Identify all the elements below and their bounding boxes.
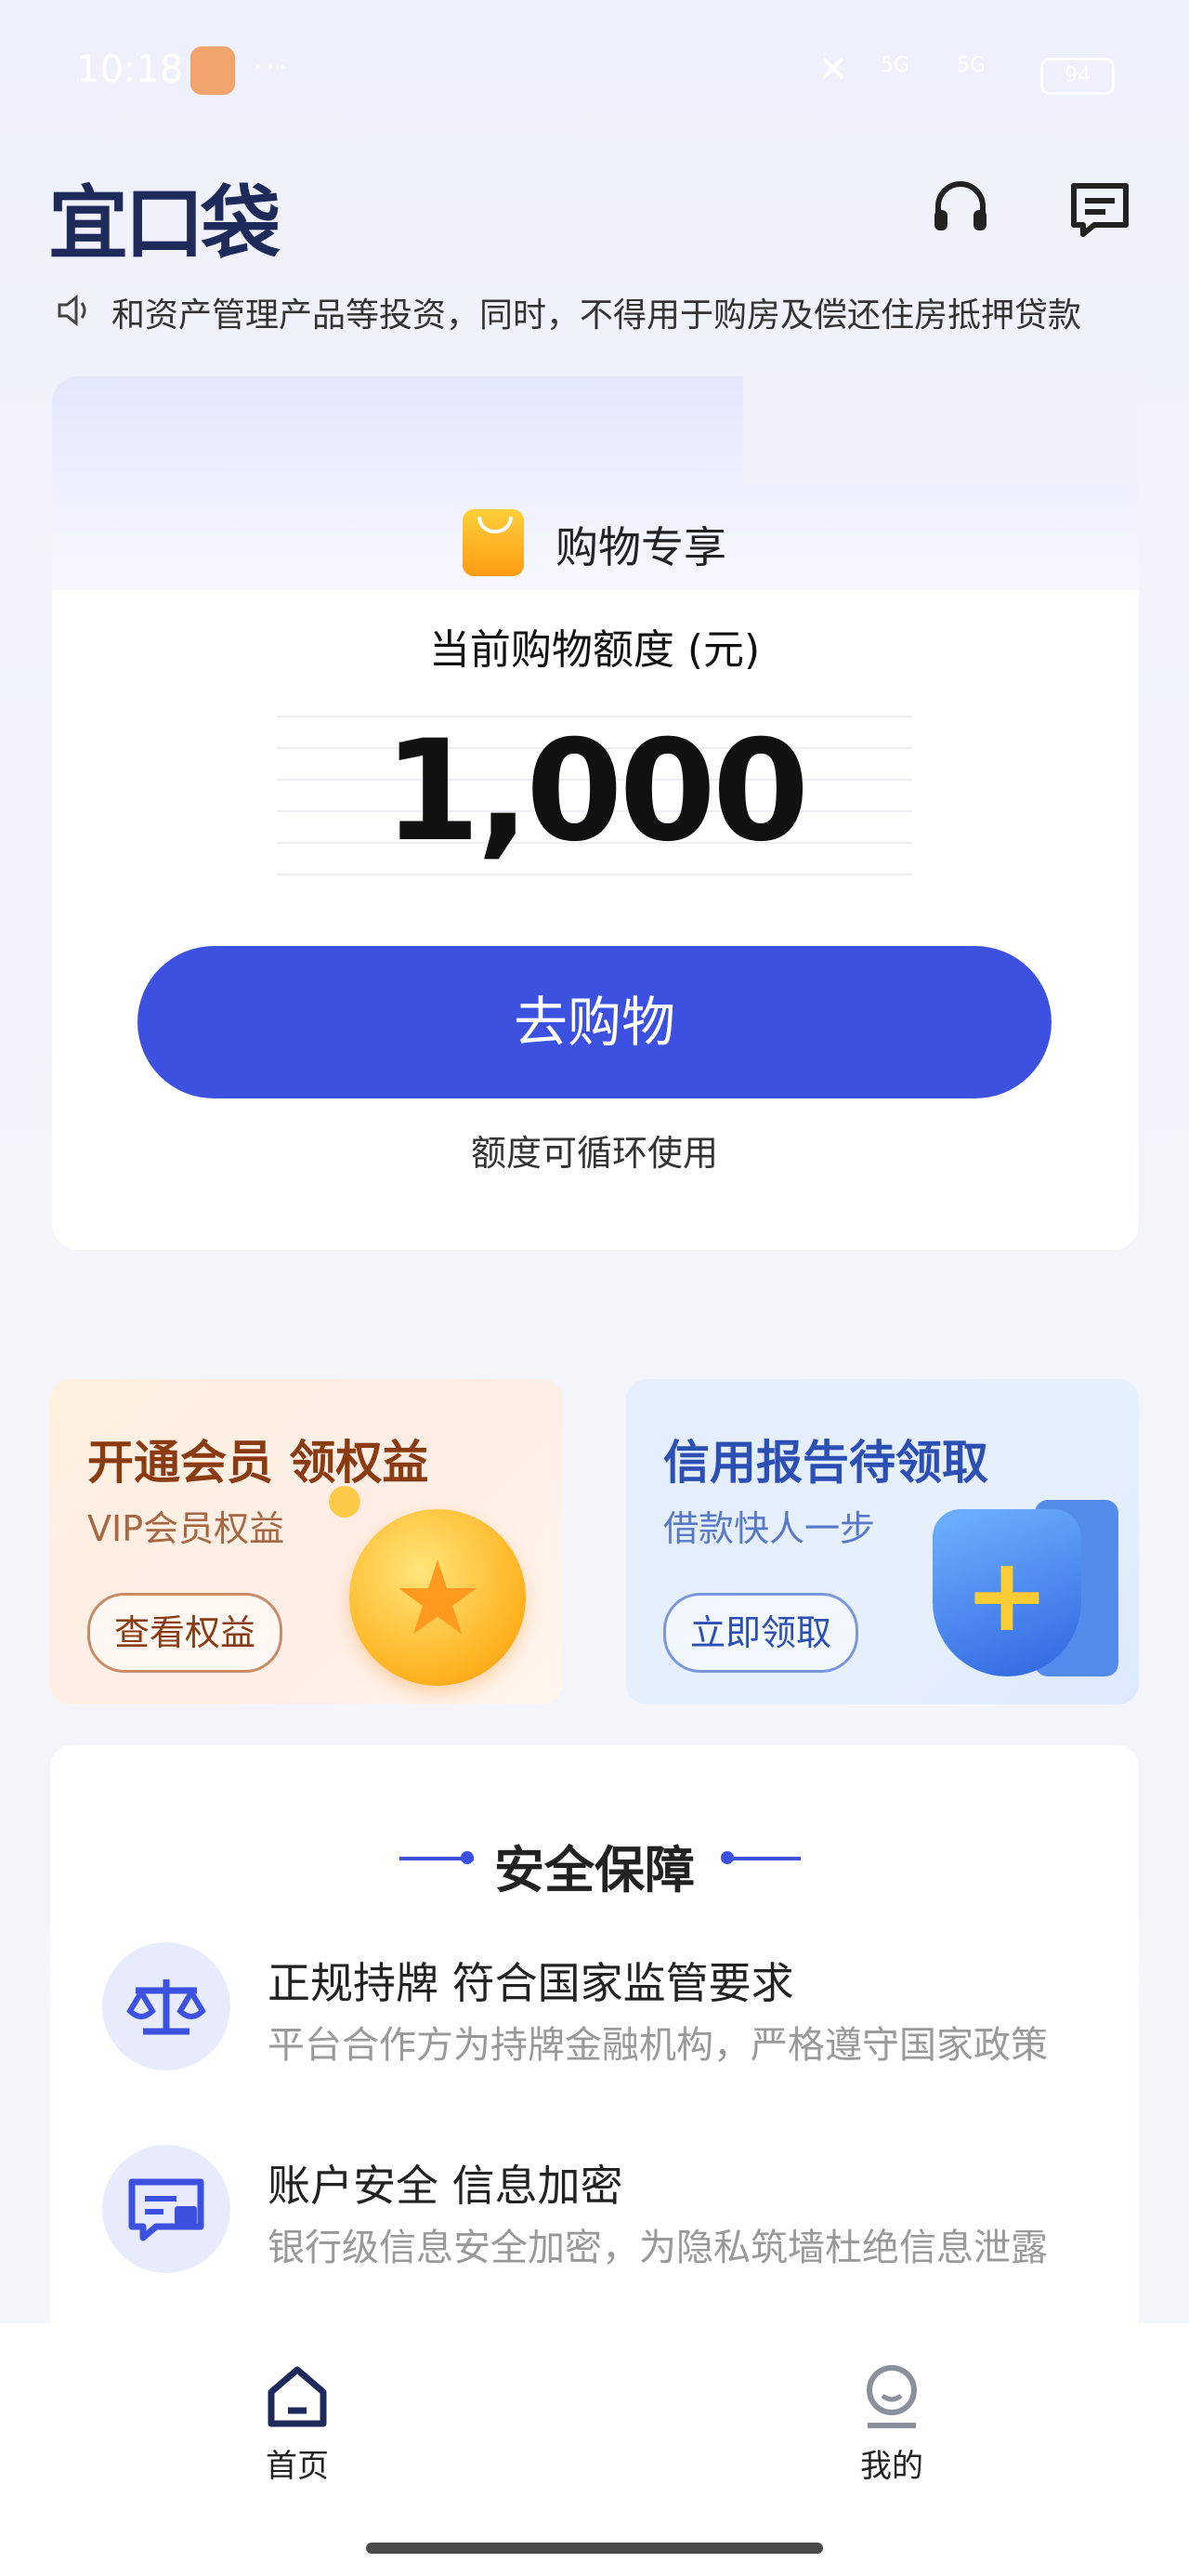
plus-icon: + (963, 1535, 1051, 1654)
notice-text: 和资产管理产品等投资，同时，不得用于购房及偿还住房抵押贷款 (111, 296, 1082, 333)
secure-card-icon (102, 2145, 230, 2273)
secure-card-icon-svg (128, 2178, 204, 2241)
shopping-tag-label: 购物专享 (555, 522, 726, 572)
security-item-desc: 平台合作方为持牌金融机构，严格遵守国家政策 (268, 2024, 1048, 2067)
home-indicator[interactable] (366, 2543, 823, 2554)
nav-item-home[interactable]: 首页 (223, 2360, 372, 2486)
star-icon: ★ (391, 1539, 484, 1658)
nav-profile-label: 我的 (860, 2448, 923, 2485)
quota-amount: 1,000 (383, 711, 809, 873)
nav-item-profile[interactable]: 我的 (817, 2360, 966, 2486)
status-time: 10:18 (76, 48, 184, 91)
message-icon[interactable] (1066, 177, 1133, 243)
cycle-note: 额度可循环使用 (470, 1133, 718, 1174)
battery-icon: 94 (1040, 58, 1115, 95)
signal-5g-icon-2: 5G (957, 54, 986, 77)
credit-report-promo-card[interactable]: 信用报告待领取 借款快人一步 立即领取 + (626, 1379, 1139, 1704)
small-coin-icon (329, 1486, 360, 1518)
mute-icon: ✕ (817, 48, 849, 91)
profile-icon (867, 2365, 917, 2428)
quota-label: 当前购物额度 (元) (428, 626, 761, 674)
gold-coin-star-icon: ★ (349, 1509, 526, 1686)
scale-icon-svg (126, 1979, 206, 2035)
vip-promo-card[interactable]: 开通会员 领权益 VIP会员权益 查看权益 ★ (50, 1379, 563, 1704)
shopping-bag-icon (463, 509, 524, 576)
home-icon (268, 2366, 327, 2427)
title-divider-right (726, 1857, 801, 1860)
vip-promo-title: 开通会员 领权益 (87, 1436, 429, 1490)
vip-promo-subtitle: VIP会员权益 (87, 1508, 285, 1549)
speaker-icon (58, 294, 86, 327)
nav-home-label: 首页 (266, 2448, 329, 2485)
scale-icon (102, 1942, 230, 2070)
signal-5g-icon: 5G (881, 54, 910, 77)
credit-promo-title: 信用报告待领取 (663, 1436, 988, 1490)
security-item-desc-2: 银行级信息安全加密，为隐私筑墙杜绝信息泄露 (268, 2227, 1048, 2269)
shield-plus-icon: + (933, 1509, 1081, 1676)
go-shopping-button[interactable]: 去购物 (137, 946, 1052, 1098)
message-icon-svg (1071, 183, 1129, 237)
claim-now-button[interactable]: 立即领取 (663, 1593, 859, 1673)
card-tab-cutout (743, 376, 1139, 483)
view-benefits-button[interactable]: 查看权益 (87, 1593, 283, 1673)
headset-icon[interactable] (927, 177, 994, 243)
bottom-nav (0, 2323, 1189, 2576)
headset-icon-svg (934, 181, 986, 230)
security-item-heading-2: 账户安全 信息加密 (268, 2161, 623, 2211)
security-item-heading: 正规持牌 符合国家监管要求 (268, 1958, 794, 2008)
app-logo: 宜口袋 (48, 177, 281, 270)
credit-promo-subtitle: 借款快人一步 (663, 1508, 876, 1549)
security-title: 安全保障 (494, 1841, 695, 1899)
status-more-dots: ··· (253, 48, 291, 86)
app-notification-icon (190, 46, 235, 95)
notice-bar[interactable]: 和资产管理产品等投资，同时，不得用于购房及偿还住房抵押贷款 (56, 288, 1143, 333)
